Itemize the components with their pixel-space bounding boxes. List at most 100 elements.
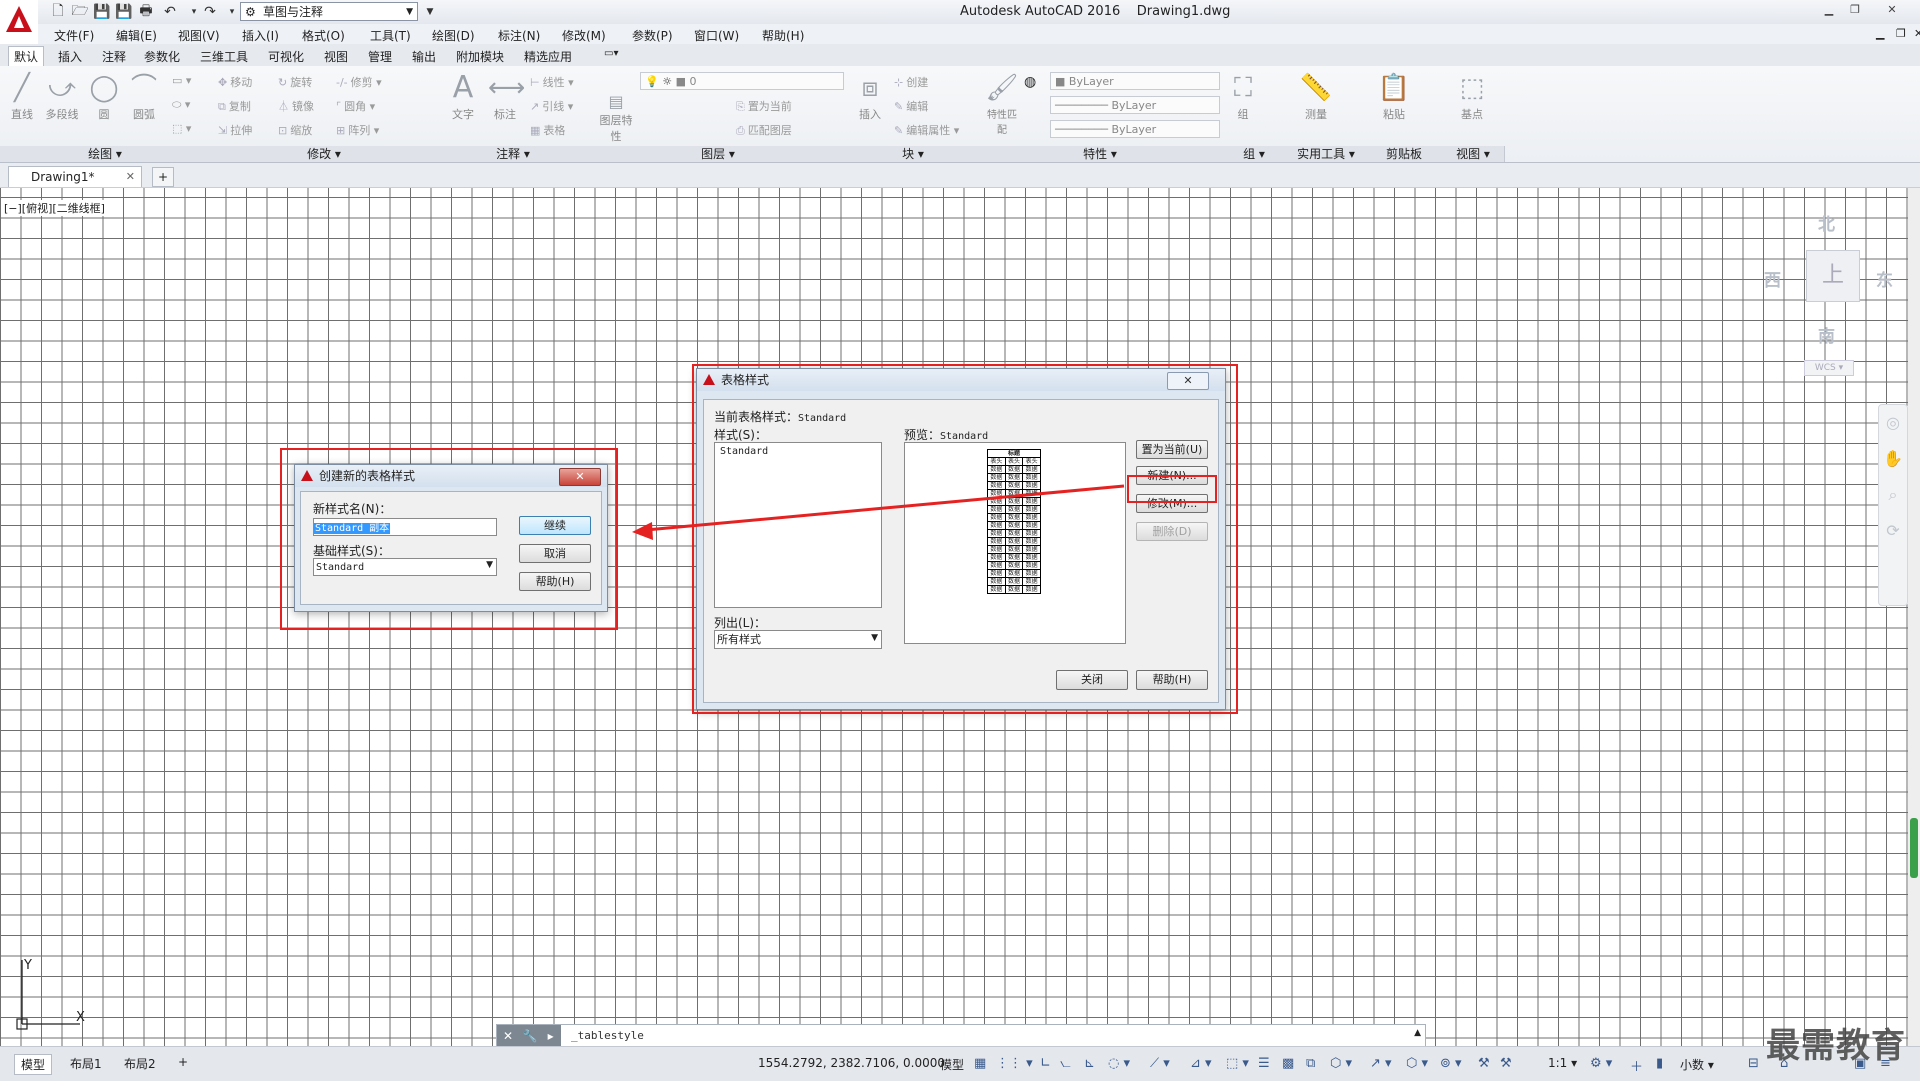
3d-osnap-icon[interactable]: ↗ ▾ bbox=[1370, 1056, 1392, 1071]
add-layout-icon[interactable]: + bbox=[172, 1054, 194, 1070]
lineweight-dropdown[interactable]: ──────── ByLayer bbox=[1050, 120, 1220, 138]
make-current-button[interactable]: ⎘ 置为当前 bbox=[736, 98, 792, 114]
quick-properties-icon[interactable]: ⊟ bbox=[1748, 1056, 1759, 1071]
panel-block-title[interactable]: 块 ▾ bbox=[848, 146, 979, 162]
restore-icon[interactable]: ❐ bbox=[1844, 1, 1866, 19]
linear-button[interactable]: ⊢ 线性 ▾ bbox=[530, 74, 574, 90]
panel-clipboard-title[interactable]: 剪贴板 bbox=[1366, 146, 1443, 162]
annotation-visibility-icon[interactable]: ⚒ bbox=[1478, 1056, 1490, 1071]
viewcube-top-face[interactable]: 上 bbox=[1806, 250, 1860, 302]
layer-dropdown[interactable]: 💡 ☼ ■ 0 bbox=[640, 72, 844, 90]
navigation-bar[interactable]: ◎ ✋ ⌕ ⟳ bbox=[1878, 404, 1908, 606]
panel-groups-title[interactable]: 组 ▾ bbox=[1222, 146, 1287, 162]
copy-button[interactable]: ⧉ 复制 bbox=[218, 98, 251, 114]
measure-button[interactable]: 📏 测量 bbox=[1296, 70, 1336, 122]
open-file-icon[interactable]: 🗁 bbox=[70, 2, 90, 22]
tab-model[interactable]: 模型 bbox=[14, 1054, 53, 1075]
fillet-button[interactable]: ⌜ 圆角 ▾ bbox=[336, 98, 375, 114]
object-snap-tracking-icon[interactable]: ◌ ▾ bbox=[1108, 1056, 1130, 1071]
tab-3d-tools[interactable]: 三维工具 bbox=[200, 48, 248, 65]
tab-manage[interactable]: 管理 bbox=[368, 48, 392, 65]
text-button[interactable]: A 文字 bbox=[446, 70, 480, 122]
viewcube-north[interactable]: 北 bbox=[1818, 210, 1835, 235]
wrench-icon[interactable]: 🔧 bbox=[517, 1029, 538, 1043]
polyline-button[interactable]: ⤻ 多段线 bbox=[42, 70, 82, 122]
annotation-autoscale-icon[interactable]: ⚒ bbox=[1500, 1056, 1512, 1071]
selection-cycling-icon[interactable]: ⬚ ▾ bbox=[1226, 1056, 1249, 1071]
color-dropdown[interactable]: ■ ByLayer bbox=[1050, 72, 1220, 90]
linetype-dropdown[interactable]: ──────── ByLayer bbox=[1050, 96, 1220, 114]
quick-access-customize-icon[interactable]: ▼ bbox=[420, 2, 440, 22]
annotation-scale-dropdown[interactable]: 1:1 ▾ bbox=[1548, 1056, 1577, 1070]
base-point-button[interactable]: ⬚ 基点 bbox=[1452, 70, 1492, 122]
transparency-icon[interactable]: ▩ bbox=[1282, 1056, 1294, 1071]
layer-properties-button[interactable]: ▤ 图层特性 bbox=[598, 92, 634, 144]
trim-button[interactable]: -/- 修剪 ▾ bbox=[336, 74, 382, 90]
dimension-button[interactable]: ⟷ 标注 bbox=[488, 70, 525, 122]
ortho-icon[interactable]: ∟ bbox=[1040, 1056, 1051, 1071]
panel-modify-title[interactable]: 修改 ▾ bbox=[210, 146, 439, 162]
panel-layers-title[interactable]: 图层 ▾ bbox=[588, 146, 849, 162]
arc-button[interactable]: ⌒ 圆弧 bbox=[126, 70, 162, 122]
ribbon-minimize-icon[interactable]: ▭▾ bbox=[604, 48, 618, 59]
new-file-icon[interactable]: 🗋 bbox=[48, 2, 68, 22]
dynamic-ucs-icon[interactable]: ⊿ ▾ bbox=[1190, 1056, 1212, 1071]
edit-block-button[interactable]: ✎ 编辑 bbox=[894, 98, 928, 114]
workspace-selector[interactable]: ⚙ 草图与注释 ▼ bbox=[240, 2, 418, 21]
stretch-button[interactable]: ⇲ 拉伸 bbox=[218, 122, 252, 138]
close-command-icon[interactable]: ✕ bbox=[497, 1029, 513, 1043]
circle-button[interactable]: ◯ 圆 bbox=[86, 70, 122, 122]
rectangle-icon[interactable]: ▭ ▾ bbox=[172, 74, 191, 87]
edit-attributes-button[interactable]: ✎ 编辑属性 ▾ bbox=[894, 122, 959, 138]
menu-insert[interactable]: 插入(I) bbox=[242, 27, 279, 44]
tab-visualize[interactable]: 可视化 bbox=[268, 48, 304, 65]
menu-modify[interactable]: 修改(M) bbox=[562, 27, 606, 44]
gear-icon[interactable]: ⚙ ▾ bbox=[1590, 1056, 1612, 1071]
model-space-toggle[interactable]: 模型 bbox=[940, 1056, 964, 1073]
tab-parametric[interactable]: 参数化 bbox=[144, 48, 180, 65]
doc-minimize-icon[interactable]: ▁ bbox=[1876, 27, 1884, 40]
tab-layout1[interactable]: 布局1 bbox=[64, 1054, 108, 1073]
scroll-thumb[interactable] bbox=[1910, 818, 1918, 878]
create-block-button[interactable]: ⊹ 创建 bbox=[894, 74, 928, 90]
hatch-icon[interactable]: ⬭ ▾ bbox=[172, 98, 190, 112]
save-icon[interactable]: 💾 bbox=[92, 2, 112, 22]
workspace-icon[interactable]: ⬡ ▾ bbox=[1406, 1056, 1428, 1071]
tab-insert[interactable]: 插入 bbox=[58, 48, 82, 65]
command-input[interactable]: _tablestyle bbox=[571, 1029, 644, 1042]
panel-properties-title[interactable]: 特性 ▾ bbox=[978, 146, 1223, 162]
vertical-scrollbar[interactable] bbox=[1908, 188, 1920, 1046]
command-prompt-icon[interactable]: ▸ bbox=[542, 1029, 554, 1043]
menu-format[interactable]: 格式(O) bbox=[302, 27, 345, 44]
save-as-icon[interactable]: 💾 bbox=[114, 2, 134, 22]
document-tab-drawing1[interactable]: Drawing1* ✕ bbox=[8, 166, 142, 187]
polar-icon[interactable]: ⦦ bbox=[1060, 1056, 1071, 1071]
tab-layout2[interactable]: 布局2 bbox=[118, 1054, 162, 1073]
close-tab-icon[interactable]: ✕ bbox=[126, 167, 135, 187]
menu-view[interactable]: 视图(V) bbox=[178, 27, 220, 44]
gizmo-icon[interactable]: ⬡ ▾ bbox=[1330, 1056, 1352, 1071]
lineweight-icon[interactable]: ☰ bbox=[1258, 1056, 1270, 1071]
menu-file[interactable]: 文件(F) bbox=[54, 27, 94, 44]
match-properties-button[interactable]: 🖌 特性匹配 bbox=[984, 70, 1020, 136]
panel-utilities-title[interactable]: 实用工具 ▾ bbox=[1286, 146, 1367, 162]
coordinate-readout[interactable]: 1554.2792, 2382.7106, 0.0000 bbox=[758, 1056, 945, 1070]
panel-view-title[interactable]: 视图 ▾ bbox=[1442, 146, 1505, 162]
redo-dropdown-icon[interactable]: ▾ bbox=[222, 2, 242, 22]
redo-icon[interactable]: ↷ bbox=[200, 2, 220, 22]
autocad-logo-button[interactable] bbox=[0, 0, 38, 38]
panel-draw-title[interactable]: 绘图 ▾ bbox=[0, 146, 211, 162]
snap-icon[interactable]: ⋮⋮ ▾ bbox=[996, 1056, 1033, 1071]
move-button[interactable]: ✥ 移动 bbox=[218, 74, 252, 90]
tab-addins[interactable]: 附加模块 bbox=[456, 48, 504, 65]
menu-draw[interactable]: 绘图(D) bbox=[432, 27, 475, 44]
menu-parametric[interactable]: 参数(P) bbox=[632, 27, 673, 44]
command-line[interactable]: ✕ 🔧 ▸ _tablestyle ▲ bbox=[496, 1024, 1426, 1048]
plus-icon[interactable]: ＋ bbox=[1630, 1056, 1643, 1075]
viewcube-east[interactable]: 东 bbox=[1876, 266, 1893, 291]
tab-view[interactable]: 视图 bbox=[324, 48, 348, 65]
panel-annotation-title[interactable]: 注释 ▾ bbox=[438, 146, 589, 162]
viewport-controls[interactable]: [−][俯视][二维线框] bbox=[4, 200, 105, 216]
menu-tools[interactable]: 工具(T) bbox=[370, 27, 411, 44]
units-dropdown[interactable]: 小数 ▾ bbox=[1680, 1056, 1714, 1073]
